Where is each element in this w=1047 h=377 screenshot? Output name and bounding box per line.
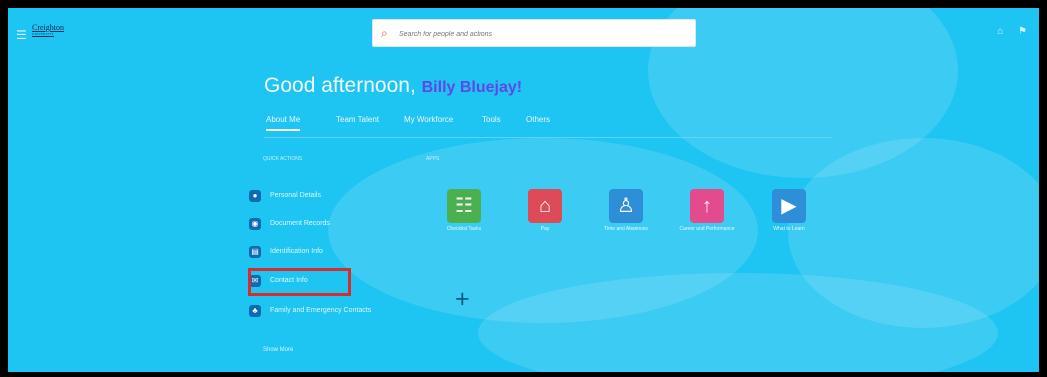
logo-subtext: UNIVERSITY xyxy=(32,32,54,36)
bank-icon: ⌂ xyxy=(528,189,562,223)
quick-action-label: Family and Emergency Contacts xyxy=(270,307,372,314)
app-label: Career and Performance xyxy=(679,226,735,232)
play-icon: ▶ xyxy=(772,189,806,223)
app-pay[interactable]: ⌂ Pay xyxy=(513,189,577,232)
app-time-and-absences[interactable]: ♙ Time and Absences xyxy=(594,189,658,232)
quick-action-label: Identification Info xyxy=(270,248,323,255)
add-app-plus-icon[interactable]: + xyxy=(455,285,470,314)
app-checklist-tasks[interactable]: ☷ Checklist Tasks xyxy=(432,189,496,232)
search-bar[interactable]: ⌕ xyxy=(372,19,696,47)
quick-actions-heading: QUICK ACTIONS xyxy=(263,156,303,162)
tab-my-workforce[interactable]: My Workforce xyxy=(404,115,453,129)
quick-action-document-records[interactable]: ◉ Document Records xyxy=(249,215,389,235)
document-icon: ◉ xyxy=(249,218,261,230)
top-right-icons: ⌂ ⚑ xyxy=(985,26,1027,37)
highlight-box xyxy=(248,268,351,296)
id-card-icon: ▤ xyxy=(249,246,261,258)
search-icon: ⌕ xyxy=(381,26,388,40)
tab-tools[interactable]: Tools xyxy=(482,115,501,129)
app-what-to-learn[interactable]: ▶ What to Learn xyxy=(757,189,821,232)
hamburger-icon[interactable]: ☰ xyxy=(16,28,27,42)
app-label: What to Learn xyxy=(773,226,805,232)
tab-others[interactable]: Others xyxy=(526,115,550,129)
home-icon[interactable]: ⌂ xyxy=(997,26,1003,37)
university-logo[interactable]: Creighton UNIVERSITY xyxy=(32,23,64,37)
notification-icon[interactable]: ⚑ xyxy=(1018,26,1027,37)
app-label: Pay xyxy=(540,226,550,232)
apps-heading: APPS xyxy=(426,156,440,162)
logo-text: Creighton xyxy=(32,23,64,32)
greeting: Good afternoon, Billy Bluejay! xyxy=(264,74,522,98)
app-window: ☰ Creighton UNIVERSITY ⌕ ⌂ ⚑ Good aftern… xyxy=(8,8,1039,372)
navigation-tabs: About Me Team Talent My Workforce Tools … xyxy=(264,115,832,138)
top-bar: ☰ Creighton UNIVERSITY ⌕ ⌂ ⚑ xyxy=(8,8,1039,54)
career-icon: ↑ xyxy=(690,189,724,223)
greeting-prefix: Good afternoon, xyxy=(264,74,422,97)
quick-action-personal-details[interactable]: ● Personal Details xyxy=(249,187,389,207)
quick-action-label: Document Records xyxy=(270,220,330,227)
time-icon: ♙ xyxy=(609,189,643,223)
family-icon: ♣ xyxy=(249,305,261,317)
user-icon: ● xyxy=(249,190,261,202)
quick-action-family-emergency-contacts[interactable]: ♣ Family and Emergency Contacts xyxy=(249,302,389,322)
show-more-link[interactable]: Show More xyxy=(263,347,293,353)
tab-about-me[interactable]: About Me xyxy=(266,115,301,131)
quick-action-label: Personal Details xyxy=(270,192,321,199)
app-label: Time and Absences xyxy=(604,226,648,232)
quick-action-identification-info[interactable]: ▤ Identification Info xyxy=(249,243,389,263)
search-input[interactable] xyxy=(397,25,681,43)
app-career-and-performance[interactable]: ↑ Career and Performance xyxy=(675,189,739,232)
app-label: Checklist Tasks xyxy=(446,226,482,232)
checklist-icon: ☷ xyxy=(447,189,481,223)
tab-team-talent[interactable]: Team Talent xyxy=(336,115,379,129)
user-name: Billy Bluejay! xyxy=(421,79,523,96)
